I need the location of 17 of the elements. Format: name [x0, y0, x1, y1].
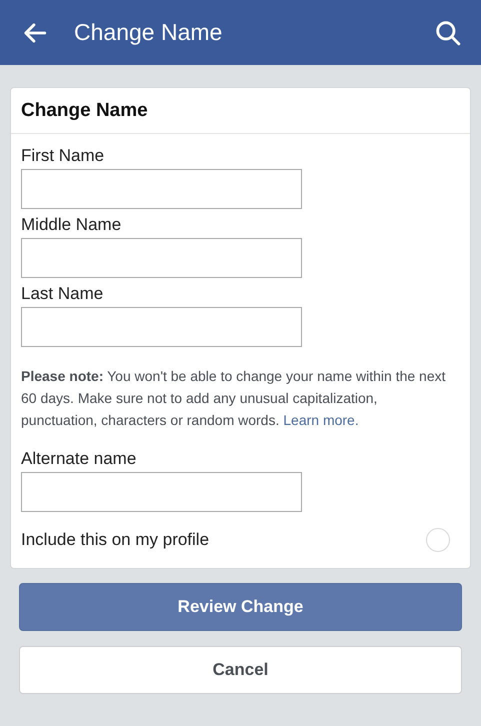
learn-more-link[interactable]: Learn more.: [283, 412, 359, 428]
review-button[interactable]: Review Change: [19, 583, 462, 631]
note-text: Please note: You won't be able to change your name within the next 60 days. Make sure not to add any unusual capitalization, punctuation, characters or random words. Learn more.: [21, 367, 447, 430]
card-title: Change Name: [21, 100, 148, 121]
input-field[interactable]: [21, 472, 302, 512]
search-icon[interactable]: [435, 20, 461, 46]
field-label: Alternate name: [21, 449, 136, 469]
header-title: Change Name: [74, 19, 224, 46]
radio-button[interactable]: [426, 528, 450, 552]
input-field[interactable]: [21, 307, 302, 347]
field-label: First Name: [21, 146, 104, 166]
input-field[interactable]: [21, 238, 302, 278]
option-label: Include this on my profile: [21, 530, 210, 550]
field-label: Last Name: [21, 284, 104, 304]
field-label: Middle Name: [21, 215, 122, 235]
input-field[interactable]: [21, 169, 302, 209]
cancel-button[interactable]: Cancel: [19, 646, 462, 694]
